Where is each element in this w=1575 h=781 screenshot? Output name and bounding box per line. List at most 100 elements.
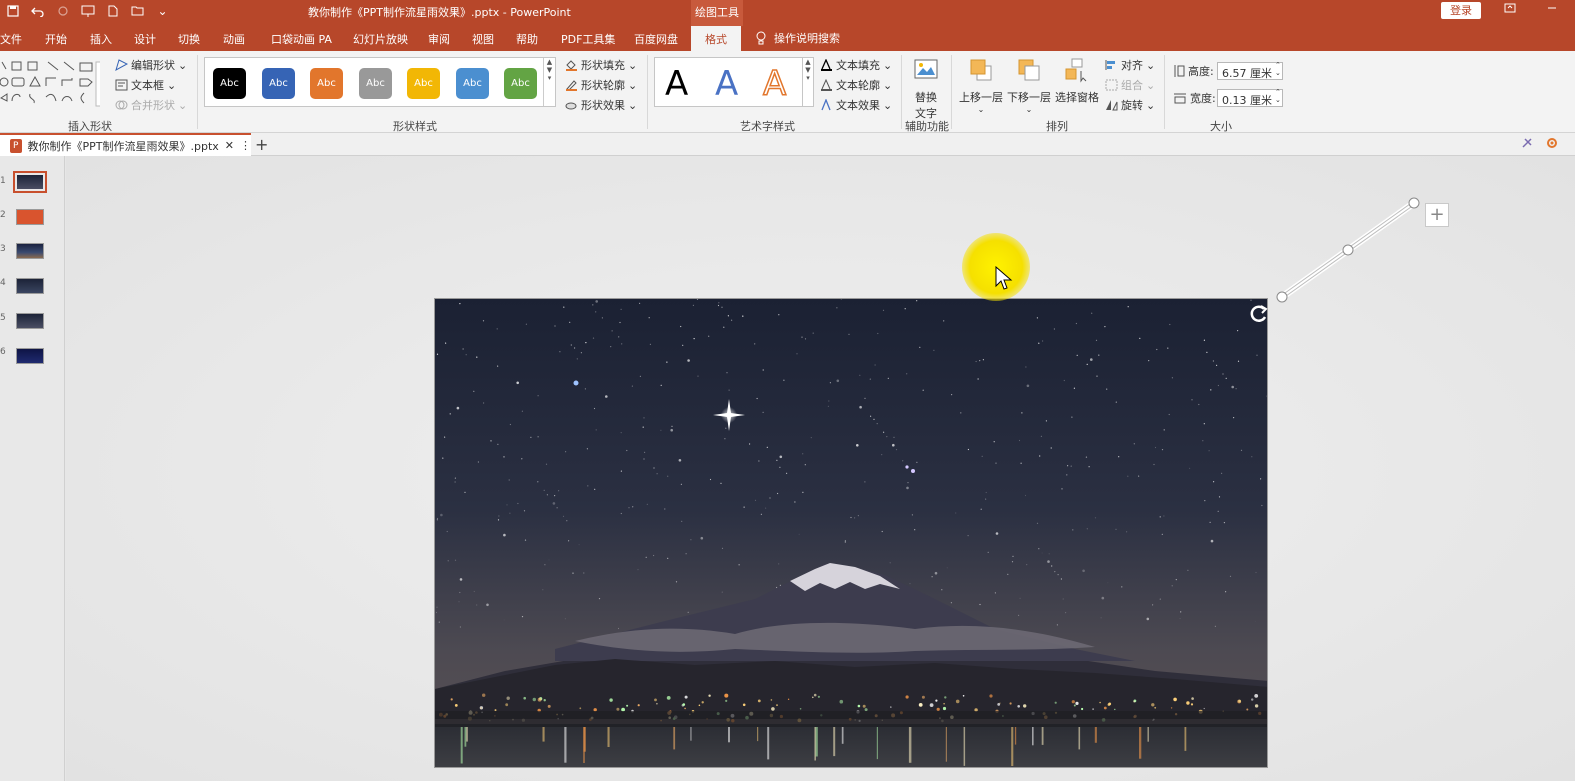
customize-qat-icon[interactable]: ⌄ <box>150 0 175 22</box>
line-start-handle[interactable] <box>1276 291 1288 303</box>
text-outline-button[interactable]: 文本轮廓 ⌄ <box>820 77 892 93</box>
group-separator <box>951 55 952 129</box>
slide-thumbnail-3[interactable] <box>16 243 44 259</box>
width-icon <box>1174 93 1186 104</box>
shape-style-swatch[interactable]: Abc <box>504 68 537 99</box>
rotate-button[interactable]: 旋转 ⌄ <box>1105 97 1155 113</box>
shape-style-swatch[interactable]: Abc <box>359 68 392 99</box>
tell-me-label: 操作说明搜索 <box>774 32 840 45</box>
shape-fill-button[interactable]: 形状填充 ⌄ <box>565 57 637 73</box>
new-tab-icon[interactable]: + <box>255 135 268 154</box>
edit-shape-label: 编辑形状 <box>131 59 175 72</box>
shape-effects-button[interactable]: 形状效果 ⌄ <box>565 97 637 113</box>
bring-forward-button[interactable]: 上移一层 ⌄ <box>958 57 1004 114</box>
redo-icon[interactable] <box>50 0 75 22</box>
text-fill-button[interactable]: 文本填充 ⌄ <box>820 57 892 73</box>
tell-me-search[interactable]: 操作说明搜索 <box>756 30 840 46</box>
tab-pdf-tools[interactable]: PDF工具集 <box>561 31 615 47</box>
shape-style-swatch[interactable]: Abc <box>456 68 489 99</box>
tab-slideshow[interactable]: 幻灯片放映 <box>353 31 408 47</box>
tab-design[interactable]: 设计 <box>134 31 156 47</box>
tab-file[interactable]: 文件 <box>0 31 22 47</box>
shape-style-swatch[interactable]: Abc <box>213 68 246 99</box>
wordart-style-black[interactable]: A <box>665 64 688 104</box>
title-bar: ⌄ 教你制作《PPT制作流星雨效果》.pptx - PowerPoint 绘图工… <box>0 0 1575 26</box>
undo-icon[interactable] <box>25 0 50 22</box>
new-file-icon[interactable] <box>100 0 125 22</box>
document-tab[interactable]: P 教你制作《PPT制作流星雨效果》.pptx ✕ ⋮ <box>0 133 251 156</box>
open-folder-icon[interactable] <box>125 0 150 22</box>
text-effects-button[interactable]: 文本效果 ⌄ <box>820 97 892 113</box>
selection-pane-icon <box>1065 58 1087 83</box>
edit-shape-icon <box>115 59 128 71</box>
group-icon <box>1105 79 1118 91</box>
send-backward-button[interactable]: 下移一层 ⌄ <box>1006 57 1052 114</box>
wordart-gallery-scrollbar[interactable]: ▲ ▼ ▾ <box>802 57 814 107</box>
height-icon <box>1174 65 1185 77</box>
tab-home[interactable]: 开始 <box>45 31 67 47</box>
rotate-label: 旋转 <box>1121 99 1143 112</box>
slide-photo-starry-mountain[interactable] <box>434 298 1268 768</box>
tab-transitions[interactable]: 切换 <box>178 31 200 47</box>
merge-shapes-label: 合并形状 <box>131 99 175 112</box>
shape-style-swatch[interactable]: Abc <box>310 68 343 99</box>
pen-icon <box>566 80 577 91</box>
merge-shapes-button[interactable]: 合并形状 ⌄ <box>115 97 187 113</box>
minimize-icon[interactable] <box>1542 2 1562 20</box>
selection-pane-button[interactable]: 选择窗格 <box>1054 57 1100 105</box>
line-end-handle[interactable] <box>1408 197 1420 209</box>
height-spinner[interactable]: ⌃ ⌄ <box>1275 61 1281 77</box>
tab-review[interactable]: 审阅 <box>428 31 450 47</box>
height-label-row: 高度: <box>1173 63 1214 79</box>
slide-thumbnail-2[interactable] <box>16 209 44 225</box>
rotate-handle-icon[interactable] <box>1250 305 1268 322</box>
line-mid-handle[interactable] <box>1342 244 1354 256</box>
slide-thumbnail-5[interactable] <box>16 313 44 329</box>
present-from-start-icon[interactable] <box>75 0 100 22</box>
tab-view[interactable]: 视图 <box>472 31 494 47</box>
tab-pocket-animation[interactable]: 口袋动画 PA <box>271 31 332 47</box>
width-label: 宽度: <box>1190 92 1216 105</box>
tab-animations[interactable]: 动画 <box>223 31 245 47</box>
shape-gallery[interactable] <box>0 59 105 109</box>
wordart-style-blue[interactable]: A <box>715 64 738 104</box>
group-separator <box>901 55 902 129</box>
slide-thumbnail-1[interactable] <box>13 171 47 193</box>
selected-line-shape[interactable] <box>1240 190 1440 330</box>
rotate-icon <box>1106 100 1118 111</box>
group-button[interactable]: 组合 ⌄ <box>1105 77 1155 93</box>
send-backward-icon <box>1018 59 1040 81</box>
settings-gear-icon[interactable] <box>1545 136 1559 153</box>
slide-number: 5 <box>0 313 6 323</box>
tab-insert[interactable]: 插入 <box>90 31 112 47</box>
save-icon[interactable] <box>0 0 25 22</box>
tab-help[interactable]: 帮助 <box>516 31 538 47</box>
slide-number: 1 <box>0 176 6 186</box>
slide-thumbnail-4[interactable] <box>16 278 44 294</box>
width-input[interactable]: 0.13 厘米 <box>1217 89 1283 107</box>
slide-thumbnail-6[interactable] <box>16 348 44 364</box>
ribbon-display-options-icon[interactable] <box>1500 2 1520 20</box>
wordart-style-gallery[interactable]: A A A <box>654 57 814 107</box>
layout-options-plus-icon[interactable]: + <box>1425 203 1449 227</box>
height-input[interactable]: 6.57 厘米 <box>1217 62 1283 80</box>
quick-access-toolbar: ⌄ <box>0 0 175 22</box>
tab-format[interactable]: 格式 <box>691 26 741 51</box>
shape-outline-button[interactable]: 形状轮廓 ⌄ <box>565 77 637 93</box>
text-box-button[interactable]: 文本框 ⌄ <box>115 77 176 93</box>
align-button[interactable]: 对齐 ⌄ <box>1105 57 1155 73</box>
close-tab-icon[interactable]: ✕ <box>225 139 234 152</box>
alt-text-button[interactable]: 替换 文字 <box>910 57 942 121</box>
login-button[interactable]: 登录 <box>1441 2 1481 19</box>
wordart-style-orange-outline[interactable]: A <box>762 63 787 105</box>
gallery-scrollbar[interactable]: ▲ ▼ ▾ <box>543 58 555 106</box>
pin-icon[interactable] <box>1520 136 1534 153</box>
shape-style-gallery[interactable]: Abc Abc Abc Abc Abc Abc Abc ▲ ▼ ▾ <box>204 57 556 107</box>
width-spinner[interactable]: ⌃ ⌄ <box>1275 88 1281 104</box>
slide-number: 4 <box>0 278 6 288</box>
tab-menu-icon[interactable]: ⋮ <box>240 139 251 152</box>
shape-style-swatch[interactable]: Abc <box>262 68 295 99</box>
edit-shape-button[interactable]: 编辑形状 ⌄ <box>115 57 187 73</box>
tab-baidu-netdisk[interactable]: 百度网盘 <box>634 31 678 47</box>
shape-style-swatch[interactable]: Abc <box>407 68 440 99</box>
